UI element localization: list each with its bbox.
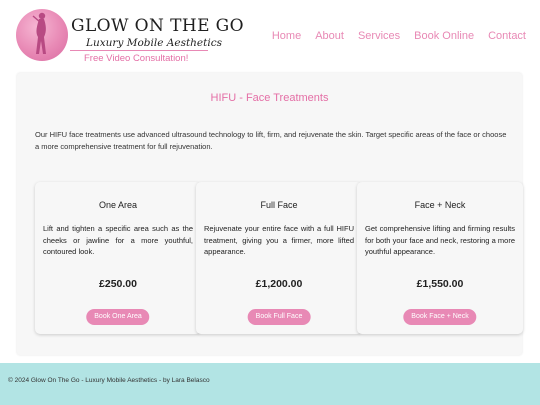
consultation-link[interactable]: Free Video Consultation! bbox=[84, 53, 188, 64]
nav-home[interactable]: Home bbox=[272, 30, 301, 42]
treatments-panel: HIFU - Face Treatments Our HIFU face tre… bbox=[17, 73, 523, 355]
treatment-name: Full Face bbox=[260, 200, 298, 210]
treatment-description: Rejuvenate your entire face with a full … bbox=[204, 224, 354, 256]
treatment-description: Get comprehensive lifting and firming re… bbox=[365, 224, 515, 256]
nav-services[interactable]: Services bbox=[358, 30, 400, 42]
book-full-face-button[interactable]: Book Full Face bbox=[247, 309, 311, 325]
footer-copyright: © 2024 Glow On The Go - Luxury Mobile Ae… bbox=[8, 377, 210, 384]
treatment-price: £250.00 bbox=[99, 278, 137, 290]
treatment-name: One Area bbox=[98, 200, 138, 210]
treatment-price: £1,200.00 bbox=[255, 278, 303, 290]
book-one-area-button[interactable]: Book One Area bbox=[86, 309, 150, 325]
treatment-card-face-neck: Face + Neck Get comprehensive lifting an… bbox=[357, 182, 523, 334]
treatment-card-full-face: Full Face Rejuvenate your entire face wi… bbox=[196, 182, 362, 334]
nav-about[interactable]: About bbox=[315, 30, 344, 42]
book-face-neck-button[interactable]: Book Face + Neck bbox=[403, 309, 477, 325]
treatment-description: Lift and tighten a specific area such as… bbox=[43, 224, 193, 256]
brand-title[interactable]: GLOW ON THE GO bbox=[71, 16, 244, 36]
main-nav: Home About Services Book Online Contact bbox=[272, 30, 526, 42]
woman-silhouette-logo[interactable] bbox=[16, 9, 68, 61]
section-title: HIFU - Face Treatments bbox=[210, 92, 329, 104]
site-footer: © 2024 Glow On The Go - Luxury Mobile Ae… bbox=[0, 363, 540, 405]
section-description: Our HIFU face treatments use advanced ul… bbox=[35, 130, 507, 151]
brand-divider bbox=[70, 50, 208, 51]
nav-book-online[interactable]: Book Online bbox=[414, 30, 474, 42]
nav-contact[interactable]: Contact bbox=[488, 30, 526, 42]
site-header: GLOW ON THE GO Luxury Mobile Aesthetics … bbox=[0, 0, 540, 70]
brand-subtitle: Luxury Mobile Aesthetics bbox=[86, 37, 222, 49]
treatment-card-one-area: One Area Lift and tighten a specific are… bbox=[35, 182, 201, 334]
treatment-name: Face + Neck bbox=[414, 200, 466, 210]
treatment-price: £1,550.00 bbox=[416, 278, 464, 290]
